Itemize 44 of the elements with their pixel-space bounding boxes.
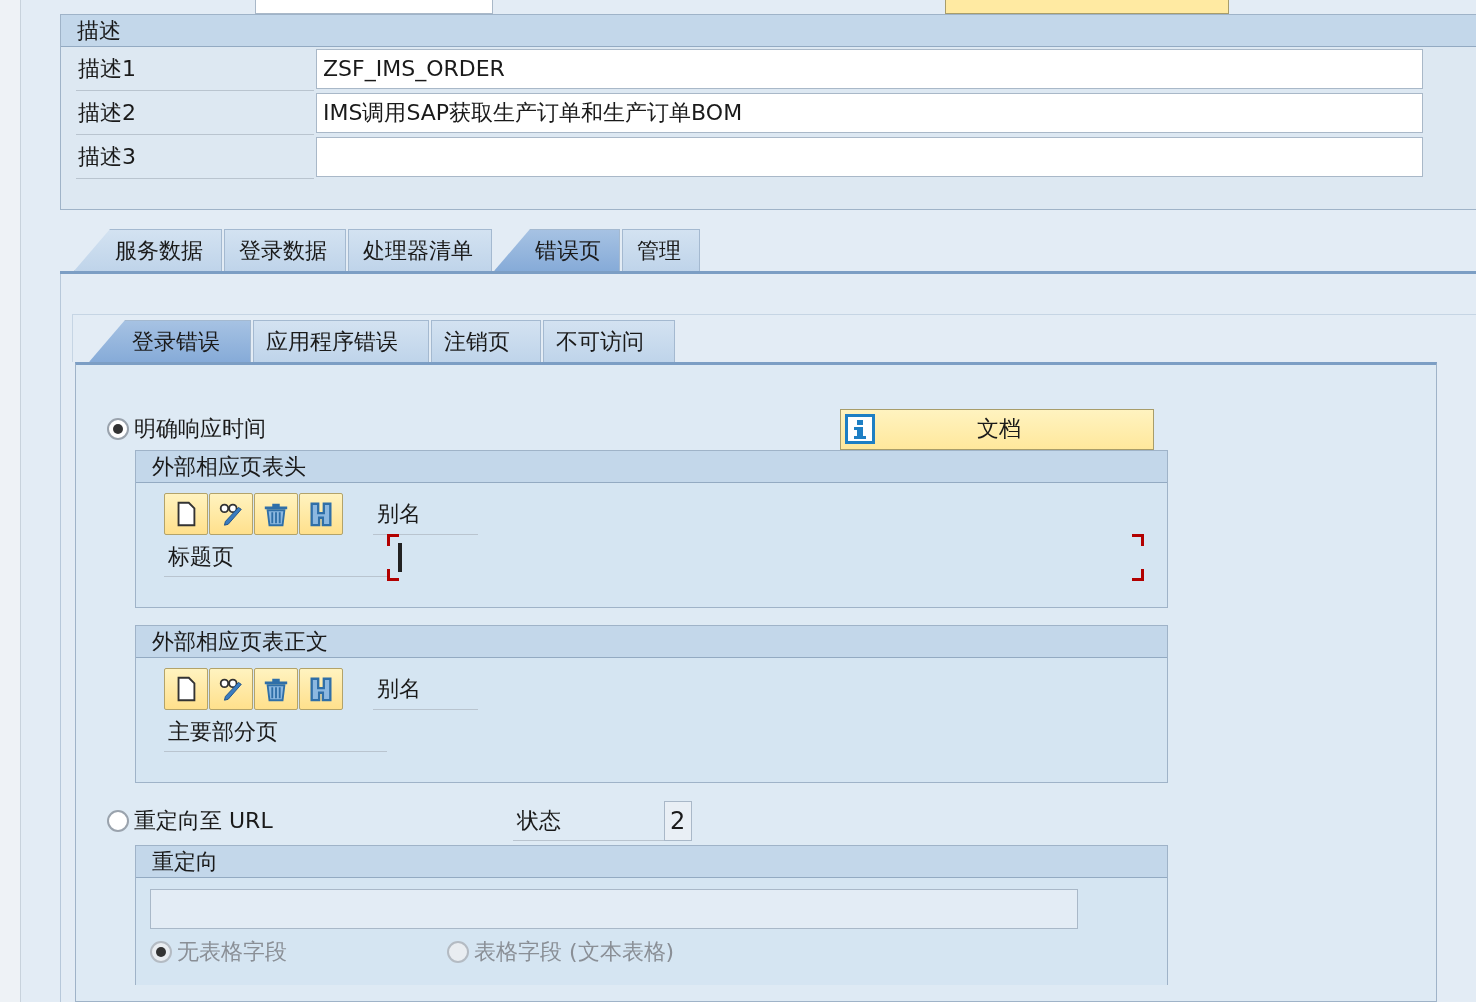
find-button[interactable] bbox=[299, 668, 343, 710]
radio-label: 无表格字段 bbox=[177, 938, 287, 966]
tab[interactable]: 错误页 bbox=[494, 229, 620, 271]
field-label: 描述3 bbox=[76, 135, 314, 179]
tab[interactable]: 登录错误 bbox=[89, 320, 251, 362]
tab[interactable]: 不可访问 bbox=[543, 320, 675, 362]
new-document-button[interactable] bbox=[164, 668, 208, 710]
tab[interactable]: 管理 bbox=[622, 229, 700, 271]
tab[interactable]: 处理器清单 bbox=[348, 229, 492, 271]
input-field[interactable]: IMS调用SAP获取生产订单和生产订单BOM bbox=[316, 93, 1423, 133]
group-title: 外部相应页表正文 bbox=[136, 626, 1167, 658]
tab[interactable]: 注销页 bbox=[431, 320, 541, 362]
group-title: 外部相应页表头 bbox=[136, 451, 1167, 483]
radio-label: 表格字段 (文本表格) bbox=[474, 938, 675, 966]
field-label: 描述2 bbox=[76, 91, 314, 135]
tab[interactable]: 服务数据 bbox=[74, 229, 222, 271]
radio-button[interactable] bbox=[107, 418, 129, 440]
delete-button[interactable] bbox=[254, 668, 298, 710]
radio-button[interactable] bbox=[107, 810, 129, 832]
group-title: 重定向 bbox=[136, 846, 1167, 878]
edit-button[interactable] bbox=[209, 668, 253, 710]
field-label: 标题页 bbox=[164, 538, 387, 577]
delete-button[interactable] bbox=[254, 493, 298, 535]
field-label: 描述1 bbox=[76, 47, 314, 91]
field-label: 主要部分页 bbox=[164, 713, 387, 752]
url-field[interactable] bbox=[150, 889, 1078, 929]
new-document-button[interactable] bbox=[164, 493, 208, 535]
tab[interactable]: 应用程序错误 bbox=[253, 320, 429, 362]
status-field[interactable]: 2 bbox=[663, 801, 692, 841]
field-label: 状态 bbox=[512, 801, 664, 841]
radio-label: 明确响应时间 bbox=[134, 415, 266, 443]
find-button[interactable] bbox=[299, 493, 343, 535]
edit-button[interactable] bbox=[209, 493, 253, 535]
radio-label: 重定向至 URL bbox=[134, 807, 273, 835]
group-title: 描述 bbox=[61, 15, 1476, 47]
tab[interactable]: 登录数据 bbox=[224, 229, 346, 271]
field-label: 别名 bbox=[373, 668, 478, 710]
field-label: 别名 bbox=[373, 493, 478, 535]
language-field[interactable] bbox=[255, 0, 493, 14]
documentation-button[interactable]: 文档 bbox=[840, 408, 1154, 450]
input-field[interactable]: ZSF_IMS_ORDER bbox=[316, 49, 1423, 89]
input-field[interactable] bbox=[387, 534, 1144, 581]
input-field[interactable] bbox=[316, 137, 1423, 177]
info-icon bbox=[845, 414, 875, 444]
